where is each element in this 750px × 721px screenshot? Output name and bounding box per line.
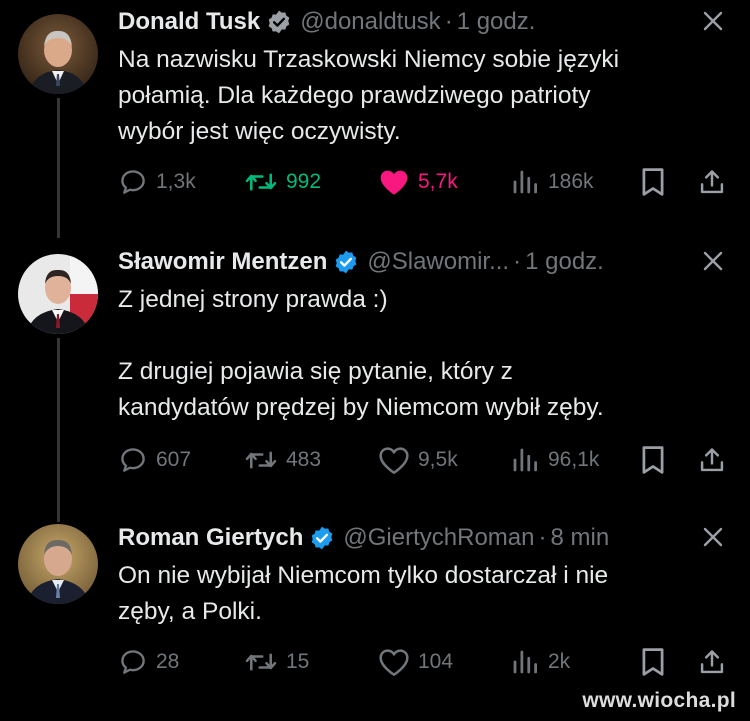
like-button[interactable]: 5,7k bbox=[378, 164, 458, 200]
close-icon[interactable] bbox=[698, 6, 728, 36]
reply-count: 1,3k bbox=[156, 170, 196, 193]
tweet-header: Donald Tusk @donaldtusk · 1 godz. bbox=[118, 2, 728, 42]
avatar[interactable] bbox=[18, 254, 98, 334]
retweet-count: 483 bbox=[286, 448, 322, 471]
tweet-text: Z jednej strony prawda :) Z drugiej poja… bbox=[118, 286, 604, 421]
close-icon[interactable] bbox=[698, 246, 728, 276]
like-count: 104 bbox=[418, 650, 454, 673]
timestamp[interactable]: 1 godz. bbox=[457, 8, 536, 36]
views-count: 186k bbox=[548, 170, 594, 193]
author-handle[interactable]: @Slawomir... bbox=[367, 248, 509, 276]
bookmark-icon bbox=[642, 446, 664, 474]
bookmark-button[interactable] bbox=[640, 164, 674, 200]
tweet-text: On nie wybijał Niemcom tylko dostarczał … bbox=[118, 562, 609, 625]
tweet-header: Roman Giertych @GiertychRoman · 8 min bbox=[118, 518, 728, 558]
action-bar: 1,3k 992 5,7k 186k bbox=[118, 164, 738, 200]
like-icon bbox=[379, 649, 409, 676]
reply-icon bbox=[121, 650, 145, 674]
reply-button[interactable]: 1,3k bbox=[118, 164, 196, 200]
views-icon bbox=[513, 170, 537, 194]
share-button[interactable] bbox=[698, 164, 734, 200]
author-handle[interactable]: @donaldtusk bbox=[300, 8, 440, 36]
action-bar: 607 483 9,5k 96,1k bbox=[118, 442, 738, 478]
retweet-button[interactable]: 15 bbox=[244, 644, 309, 680]
share-icon bbox=[700, 170, 724, 194]
share-button[interactable] bbox=[698, 442, 734, 478]
verified-badge-icon bbox=[266, 9, 292, 35]
author-name[interactable]: Roman Giertych bbox=[118, 524, 303, 552]
separator: · bbox=[538, 524, 547, 551]
author-handle[interactable]: @GiertychRoman bbox=[343, 524, 534, 552]
share-icon bbox=[700, 448, 724, 472]
retweet-button[interactable]: 483 bbox=[244, 442, 321, 478]
share-button[interactable] bbox=[698, 644, 734, 680]
reply-count: 607 bbox=[156, 448, 192, 471]
bookmark-button[interactable] bbox=[640, 442, 674, 478]
bookmark-button[interactable] bbox=[640, 644, 674, 680]
bookmark-icon bbox=[642, 648, 664, 676]
action-bar: 28 15 104 2k bbox=[118, 644, 738, 680]
watermark: www.wiocha.pl bbox=[582, 689, 736, 712]
reply-icon bbox=[121, 170, 145, 194]
verified-badge-icon bbox=[333, 249, 359, 275]
views-button[interactable]: 96,1k bbox=[510, 442, 599, 478]
like-button[interactable]: 9,5k bbox=[378, 442, 458, 478]
like-icon bbox=[379, 447, 409, 474]
tweet-donald-tusk[interactable]: Donald Tusk @donaldtusk · 1 godz. Na naz… bbox=[0, 0, 750, 230]
views-icon bbox=[513, 650, 537, 674]
tweet-slawomir-mentzen[interactable]: Sławomir Mentzen @Slawomir... · 1 godz. … bbox=[0, 240, 750, 510]
separator: · bbox=[444, 8, 453, 35]
tweet-roman-giertych[interactable]: Roman Giertych @GiertychRoman · 8 min On… bbox=[0, 518, 750, 708]
timestamp[interactable]: 8 min bbox=[550, 524, 609, 552]
timestamp[interactable]: 1 godz. bbox=[525, 248, 604, 276]
separator: · bbox=[513, 248, 522, 275]
retweet-count: 15 bbox=[286, 650, 310, 673]
bookmark-icon bbox=[642, 168, 664, 196]
views-button[interactable]: 2k bbox=[510, 644, 570, 680]
retweet-icon bbox=[245, 653, 277, 671]
tweet-text: Na nazwisku Trzaskowski Niemcy sobie jęz… bbox=[118, 46, 620, 145]
share-icon bbox=[700, 650, 724, 674]
retweet-icon bbox=[245, 451, 277, 469]
author-name[interactable]: Donald Tusk bbox=[118, 8, 260, 36]
close-icon[interactable] bbox=[698, 522, 728, 552]
reply-icon bbox=[121, 448, 145, 472]
views-count: 2k bbox=[548, 650, 571, 673]
retweet-icon bbox=[245, 173, 277, 191]
retweet-button[interactable]: 992 bbox=[244, 164, 321, 200]
views-button[interactable]: 186k bbox=[510, 164, 594, 200]
reply-count: 28 bbox=[156, 650, 180, 673]
avatar[interactable] bbox=[18, 524, 98, 604]
author-name[interactable]: Sławomir Mentzen bbox=[118, 248, 327, 276]
reply-button[interactable]: 607 bbox=[118, 442, 191, 478]
verified-badge-icon bbox=[309, 525, 335, 551]
avatar[interactable] bbox=[18, 14, 98, 94]
like-count: 5,7k bbox=[418, 170, 458, 193]
like-button[interactable]: 104 bbox=[378, 644, 453, 680]
tweet-header: Sławomir Mentzen @Slawomir... · 1 godz. bbox=[118, 242, 728, 282]
views-icon bbox=[513, 448, 537, 472]
views-count: 96,1k bbox=[548, 448, 600, 471]
retweet-count: 992 bbox=[286, 170, 322, 193]
reply-button[interactable]: 28 bbox=[118, 644, 179, 680]
like-count: 9,5k bbox=[418, 448, 458, 471]
like-icon bbox=[380, 170, 408, 195]
